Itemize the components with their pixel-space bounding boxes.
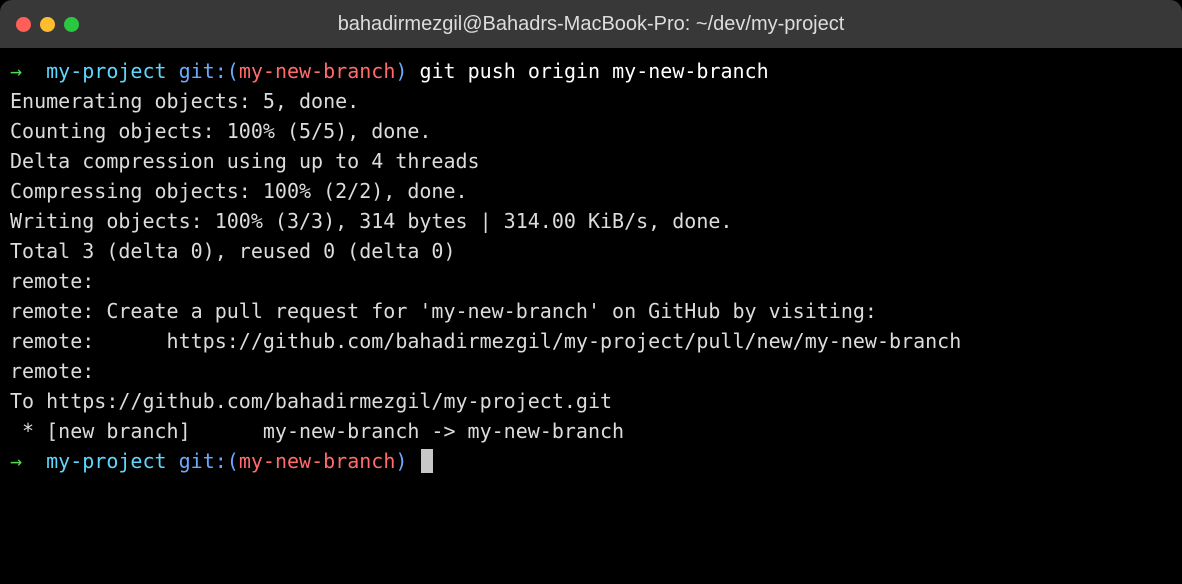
output-line: Writing objects: 100% (3/3), 314 bytes |…	[10, 206, 1172, 236]
prompt-directory: my-project	[46, 59, 166, 83]
output-line: Delta compression using up to 4 threads	[10, 146, 1172, 176]
output-line: Total 3 (delta 0), reused 0 (delta 0)	[10, 236, 1172, 266]
command-text: git push origin my-new-branch	[419, 59, 768, 83]
close-button[interactable]	[16, 17, 31, 32]
prompt-arrow-icon: →	[10, 449, 22, 473]
git-suffix: )	[395, 449, 407, 473]
output-line: Compressing objects: 100% (2/2), done.	[10, 176, 1172, 206]
output-line: remote: https://github.com/bahadirmezgil…	[10, 326, 1172, 356]
minimize-button[interactable]	[40, 17, 55, 32]
window-titlebar: bahadirmezgil@Bahadrs-MacBook-Pro: ~/dev…	[0, 0, 1182, 48]
output-line: Enumerating objects: 5, done.	[10, 86, 1172, 116]
git-prefix: git:(	[179, 449, 239, 473]
terminal-output[interactable]: → my-project git:(my-new-branch) git pus…	[0, 48, 1182, 484]
git-suffix: )	[395, 59, 407, 83]
prompt-line: → my-project git:(my-new-branch) git pus…	[10, 56, 1172, 86]
git-prefix: git:(	[179, 59, 239, 83]
prompt-line-active: → my-project git:(my-new-branch)	[10, 446, 1172, 476]
window-controls	[16, 17, 79, 32]
prompt-arrow-icon: →	[10, 59, 22, 83]
output-line: remote:	[10, 266, 1172, 296]
zoom-button[interactable]	[64, 17, 79, 32]
output-line: remote: Create a pull request for 'my-ne…	[10, 296, 1172, 326]
output-line: remote:	[10, 356, 1172, 386]
output-line: * [new branch] my-new-branch -> my-new-b…	[10, 416, 1172, 446]
window-title: bahadirmezgil@Bahadrs-MacBook-Pro: ~/dev…	[16, 9, 1166, 39]
output-line: Counting objects: 100% (5/5), done.	[10, 116, 1172, 146]
output-line: To https://github.com/bahadirmezgil/my-p…	[10, 386, 1172, 416]
git-branch: my-new-branch	[239, 449, 396, 473]
cursor-icon	[421, 449, 433, 473]
prompt-directory: my-project	[46, 449, 166, 473]
git-branch: my-new-branch	[239, 59, 396, 83]
